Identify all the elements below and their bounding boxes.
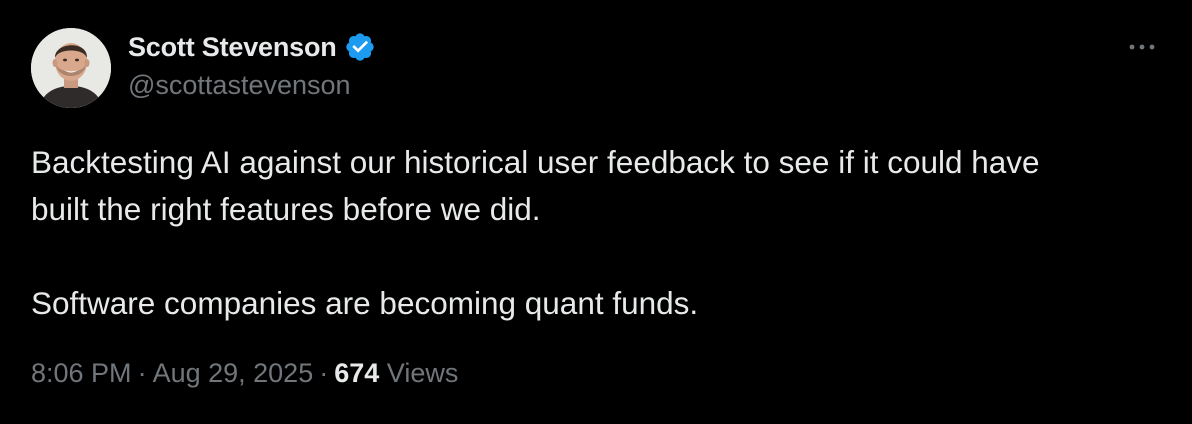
tweet-text-line-1: Backtesting AI against our historical us… <box>31 144 1040 180</box>
verified-badge-icon[interactable] <box>344 31 376 63</box>
view-count: 674 <box>334 358 380 388</box>
author-handle[interactable]: @scottastevenson <box>128 70 351 101</box>
tweet-time: 8:06 PM <box>31 358 132 388</box>
tweet-metadata: 8:06 PM · Aug 29, 2025 · 674 Views <box>31 358 458 389</box>
avatar-image <box>31 28 111 108</box>
paragraph-break <box>31 233 1171 280</box>
views-link[interactable]: 674 Views <box>334 358 458 388</box>
meta-separator: · <box>137 358 147 388</box>
tweet-card: Scott Stevenson @scottastevenson Backtes… <box>0 0 1192 424</box>
tweet-text-line-2: built the right features before we did. <box>31 191 541 227</box>
author-display-name[interactable]: Scott Stevenson <box>128 32 337 63</box>
tweet-date: Aug 29, 2025 <box>152 358 314 388</box>
author-name-row: Scott Stevenson <box>128 30 376 64</box>
tweet-text-line-3: Software companies are becoming quant fu… <box>31 285 699 321</box>
author-avatar[interactable] <box>31 28 111 108</box>
meta-separator: · <box>319 358 329 388</box>
views-label: Views <box>386 358 459 388</box>
more-options-icon[interactable] <box>1122 34 1162 60</box>
tweet-timestamp[interactable]: 8:06 PM · Aug 29, 2025 <box>31 358 313 388</box>
tweet-text: Backtesting AI against our historical us… <box>31 139 1171 327</box>
